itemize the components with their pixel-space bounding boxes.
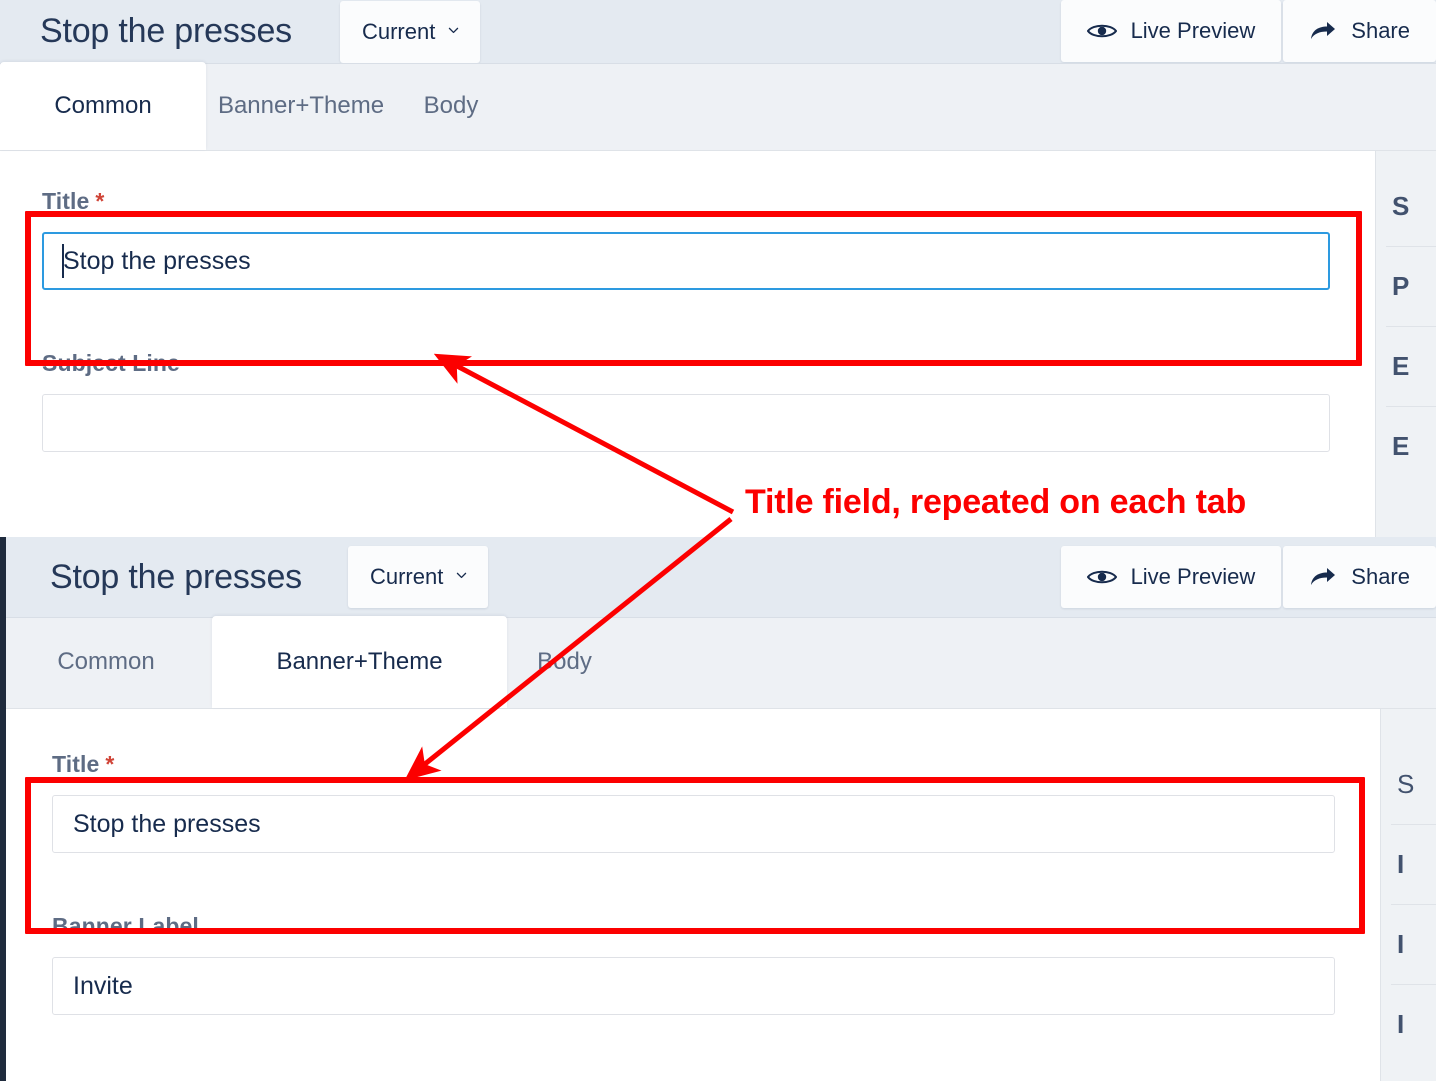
share-button[interactable]: Share <box>1283 0 1436 62</box>
field-title-label-row: Title * <box>42 188 1332 215</box>
version-select-current-bottom[interactable]: Current <box>347 546 489 608</box>
field-subject-line-label: Subject Line <box>42 350 180 376</box>
tab-body-label: Body <box>423 92 479 119</box>
side-item-2[interactable]: E <box>1376 337 1436 396</box>
version-select-current[interactable]: Current <box>339 0 481 63</box>
eye-icon <box>1086 21 1117 41</box>
text-caret <box>62 244 64 278</box>
subject-line-input[interactable] <box>42 394 1330 452</box>
share-arrow-icon <box>1309 20 1337 42</box>
title-input-value-bottom: Stop the presses <box>73 809 261 838</box>
share-button-bottom[interactable]: Share <box>1283 546 1436 608</box>
editor-window-banner-theme-tab: Stop the presses Current Live Preview Sh… <box>0 537 1436 1081</box>
tabstrip-bottom: Common Banner+Theme Body <box>0 616 1436 709</box>
required-asterisk-bottom: * <box>105 751 115 777</box>
title-input[interactable]: Stop the presses <box>42 232 1330 290</box>
tab-common-label: Common <box>54 92 152 119</box>
title-input-bottom[interactable]: Stop the presses <box>52 795 1335 853</box>
live-preview-button-bottom[interactable]: Live Preview <box>1060 546 1282 608</box>
field-title-label-row-bottom: Title * <box>52 751 1337 778</box>
tab-banner-theme-label-bottom: Banner+Theme <box>276 648 443 675</box>
header-actions-bottom: Live Preview Share <box>1059 546 1436 608</box>
field-title-label-bottom: Title <box>52 751 100 777</box>
form-card-common: Title * Stop the presses Subject Line <box>0 151 1375 537</box>
page-title-bottom: Stop the presses <box>50 557 302 596</box>
live-preview-label-bottom: Live Preview <box>1130 564 1256 589</box>
content-row-bottom: Title * Stop the presses Banner Label Inv… <box>0 709 1436 1081</box>
tab-body[interactable]: Body <box>396 62 506 150</box>
side-divider-b2 <box>1391 984 1436 985</box>
side-item-0[interactable]: S <box>1376 177 1436 236</box>
chevron-down-icon <box>447 23 460 36</box>
tab-banner-theme-bottom[interactable]: Banner+Theme <box>212 616 507 708</box>
side-item-b3[interactable]: I <box>1381 995 1436 1054</box>
content-row-top: Title * Stop the presses Subject Line S … <box>0 151 1436 537</box>
side-divider-b0 <box>1391 824 1436 825</box>
live-preview-button[interactable]: Live Preview <box>1060 0 1282 62</box>
side-divider-1 <box>1386 326 1436 327</box>
version-select-label-bottom: Current <box>369 564 444 589</box>
field-banner-label-row: Banner Label <box>52 913 1337 940</box>
version-select-label: Current <box>361 18 436 44</box>
page-title: Stop the presses <box>40 12 292 50</box>
side-item-b1[interactable]: I <box>1381 835 1436 894</box>
tab-common-bottom[interactable]: Common <box>0 616 212 708</box>
field-banner-label-label: Banner Label <box>52 913 199 939</box>
required-asterisk: * <box>95 188 105 214</box>
field-subject-line-top: Subject Line <box>42 350 1332 452</box>
field-subject-label-row: Subject Line <box>42 350 1332 377</box>
side-divider-0 <box>1386 246 1436 247</box>
form-card-banner-theme: Title * Stop the presses Banner Label Inv… <box>0 709 1380 1081</box>
tab-common[interactable]: Common <box>0 62 206 150</box>
field-banner-label: Banner Label Invite <box>52 913 1337 1015</box>
live-preview-label: Live Preview <box>1130 18 1256 43</box>
header-actions-top: Live Preview Share <box>1059 0 1436 62</box>
title-input-value: Stop the presses <box>63 246 251 275</box>
field-title-label: Title <box>42 188 90 214</box>
side-divider-2 <box>1386 406 1436 407</box>
tab-body-bottom[interactable]: Body <box>507 616 622 708</box>
tabstrip-top: Common Banner+Theme Body <box>0 62 1436 151</box>
share-arrow-icon <box>1309 566 1337 588</box>
side-panel-top: S P E E <box>1375 151 1436 537</box>
field-title-top: Title * Stop the presses <box>42 188 1332 290</box>
side-item-3[interactable]: E <box>1376 417 1436 476</box>
tab-banner-theme[interactable]: Banner+Theme <box>206 62 396 150</box>
banner-label-input[interactable]: Invite <box>52 957 1335 1015</box>
tab-body-label-bottom: Body <box>537 648 592 675</box>
share-label: Share <box>1351 18 1410 43</box>
app-header-bottom: Stop the presses Current Live Preview Sh… <box>0 537 1436 617</box>
side-item-b0[interactable]: S <box>1381 755 1436 814</box>
app-header-top: Stop the presses Current Live Preview Sh… <box>0 0 1436 63</box>
side-panel-bottom: S I I I <box>1380 709 1436 1081</box>
window-left-rail <box>0 537 6 1081</box>
field-title-bottom: Title * Stop the presses <box>52 751 1337 853</box>
side-item-b2[interactable]: I <box>1381 915 1436 974</box>
share-label-bottom: Share <box>1351 564 1410 589</box>
side-divider-b1 <box>1391 904 1436 905</box>
tab-common-label-bottom: Common <box>57 648 155 675</box>
chevron-down-icon <box>455 569 468 582</box>
banner-label-input-value: Invite <box>73 971 133 1000</box>
side-item-1[interactable]: P <box>1376 257 1436 316</box>
tab-banner-theme-label: Banner+Theme <box>217 92 385 119</box>
editor-window-common-tab: Stop the presses Current Live Preview Sh… <box>0 0 1436 537</box>
eye-icon <box>1086 567 1117 587</box>
